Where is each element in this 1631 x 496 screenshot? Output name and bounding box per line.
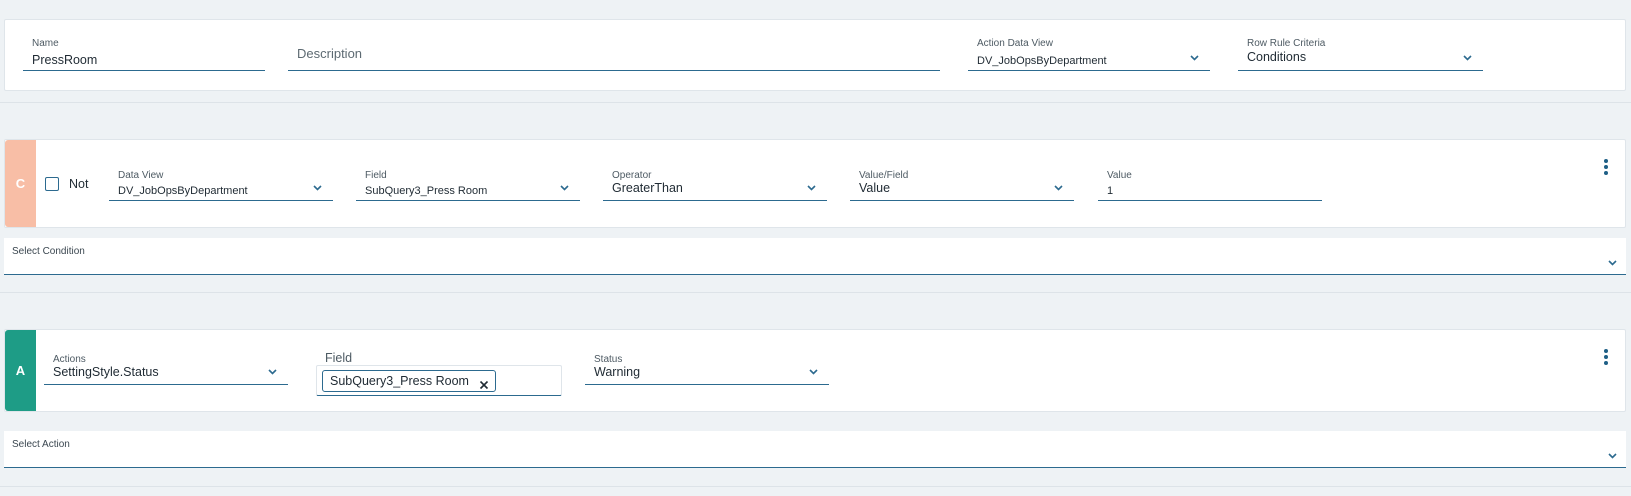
value-label: Value xyxy=(1107,170,1132,181)
chevron-down-icon xyxy=(1462,52,1473,63)
operator-label: Operator xyxy=(612,170,652,181)
action-more-icon[interactable] xyxy=(1603,349,1609,367)
close-icon[interactable] xyxy=(479,376,489,390)
section-divider xyxy=(0,486,1631,487)
row-rule-criteria-value: Conditions xyxy=(1247,50,1307,64)
name-field[interactable]: Name PressRoom xyxy=(23,38,265,71)
section-divider xyxy=(0,102,1631,103)
chevron-down-icon xyxy=(267,366,278,377)
select-action-label: Select Action xyxy=(12,439,70,450)
value-value: 1 xyxy=(1107,185,1114,197)
value-input[interactable]: Value 1 xyxy=(1098,170,1322,201)
chevron-down-icon xyxy=(1053,182,1064,193)
condition-field-label: Field xyxy=(365,170,387,181)
action-field-label: Field xyxy=(325,351,353,365)
field-chip[interactable]: SubQuery3_Press Room xyxy=(322,370,496,392)
condition-tag: C xyxy=(5,140,36,227)
actions-value: SettingStyle.Status xyxy=(53,365,159,379)
name-label: Name xyxy=(32,38,59,49)
select-action-dropdown[interactable]: Select Action xyxy=(4,431,1626,468)
condition-data-view-value: DV_JobOpsByDepartment xyxy=(118,185,248,197)
not-checkbox[interactable] xyxy=(45,177,59,191)
action-card: A Actions SettingStyle.Status Field SubQ… xyxy=(4,329,1626,412)
section-divider xyxy=(0,292,1631,293)
rule-header-card: Name PressRoom Description Action Data V… xyxy=(4,19,1626,91)
name-value: PressRoom xyxy=(32,53,98,67)
chevron-down-icon xyxy=(806,182,817,193)
not-label: Not xyxy=(69,177,89,191)
action-data-view-label: Action Data View xyxy=(977,38,1053,49)
chevron-down-icon xyxy=(808,366,819,377)
status-value: Warning xyxy=(594,365,641,379)
row-rule-criteria-label: Row Rule Criteria xyxy=(1247,38,1326,49)
condition-data-view-label: Data View xyxy=(118,170,164,181)
chevron-down-icon xyxy=(559,182,570,193)
chevron-down-icon xyxy=(1189,52,1200,63)
value-field-value: Value xyxy=(859,181,891,195)
field-chip-label: SubQuery3_Press Room xyxy=(330,374,469,388)
status-select[interactable]: Status Warning xyxy=(585,354,829,385)
actions-select[interactable]: Actions SettingStyle.Status xyxy=(44,354,288,385)
condition-field-select[interactable]: Field SubQuery3_Press Room xyxy=(356,170,580,201)
status-label: Status xyxy=(594,354,623,365)
description-field[interactable]: Description xyxy=(288,38,940,71)
chevron-down-icon xyxy=(312,182,323,193)
action-data-view-select[interactable]: Action Data View DV_JobOpsByDepartment xyxy=(968,38,1210,71)
condition-data-view-select[interactable]: Data View DV_JobOpsByDepartment xyxy=(109,170,333,201)
action-data-view-value: DV_JobOpsByDepartment xyxy=(977,55,1107,67)
select-condition-dropdown[interactable]: Select Condition xyxy=(4,238,1626,275)
description-placeholder: Description xyxy=(297,46,363,61)
chevron-down-icon xyxy=(1607,450,1618,461)
value-field-label: Value/Field xyxy=(859,170,909,181)
chevron-down-icon xyxy=(1607,257,1618,268)
value-field-select[interactable]: Value/Field Value xyxy=(850,170,1074,201)
action-tag: A xyxy=(5,330,36,411)
condition-field-value: SubQuery3_Press Room xyxy=(365,185,488,197)
operator-value: GreaterThan xyxy=(612,181,683,195)
select-condition-label: Select Condition xyxy=(12,246,85,257)
action-field-multiselect[interactable]: SubQuery3_Press Room xyxy=(316,365,562,396)
condition-card: C Not Data View DV_JobOpsByDepartment Fi… xyxy=(4,139,1626,228)
operator-select[interactable]: Operator GreaterThan xyxy=(603,170,827,201)
row-rule-criteria-select[interactable]: Row Rule Criteria Conditions xyxy=(1238,38,1483,71)
actions-label: Actions xyxy=(53,354,86,365)
condition-more-icon[interactable] xyxy=(1603,159,1609,177)
